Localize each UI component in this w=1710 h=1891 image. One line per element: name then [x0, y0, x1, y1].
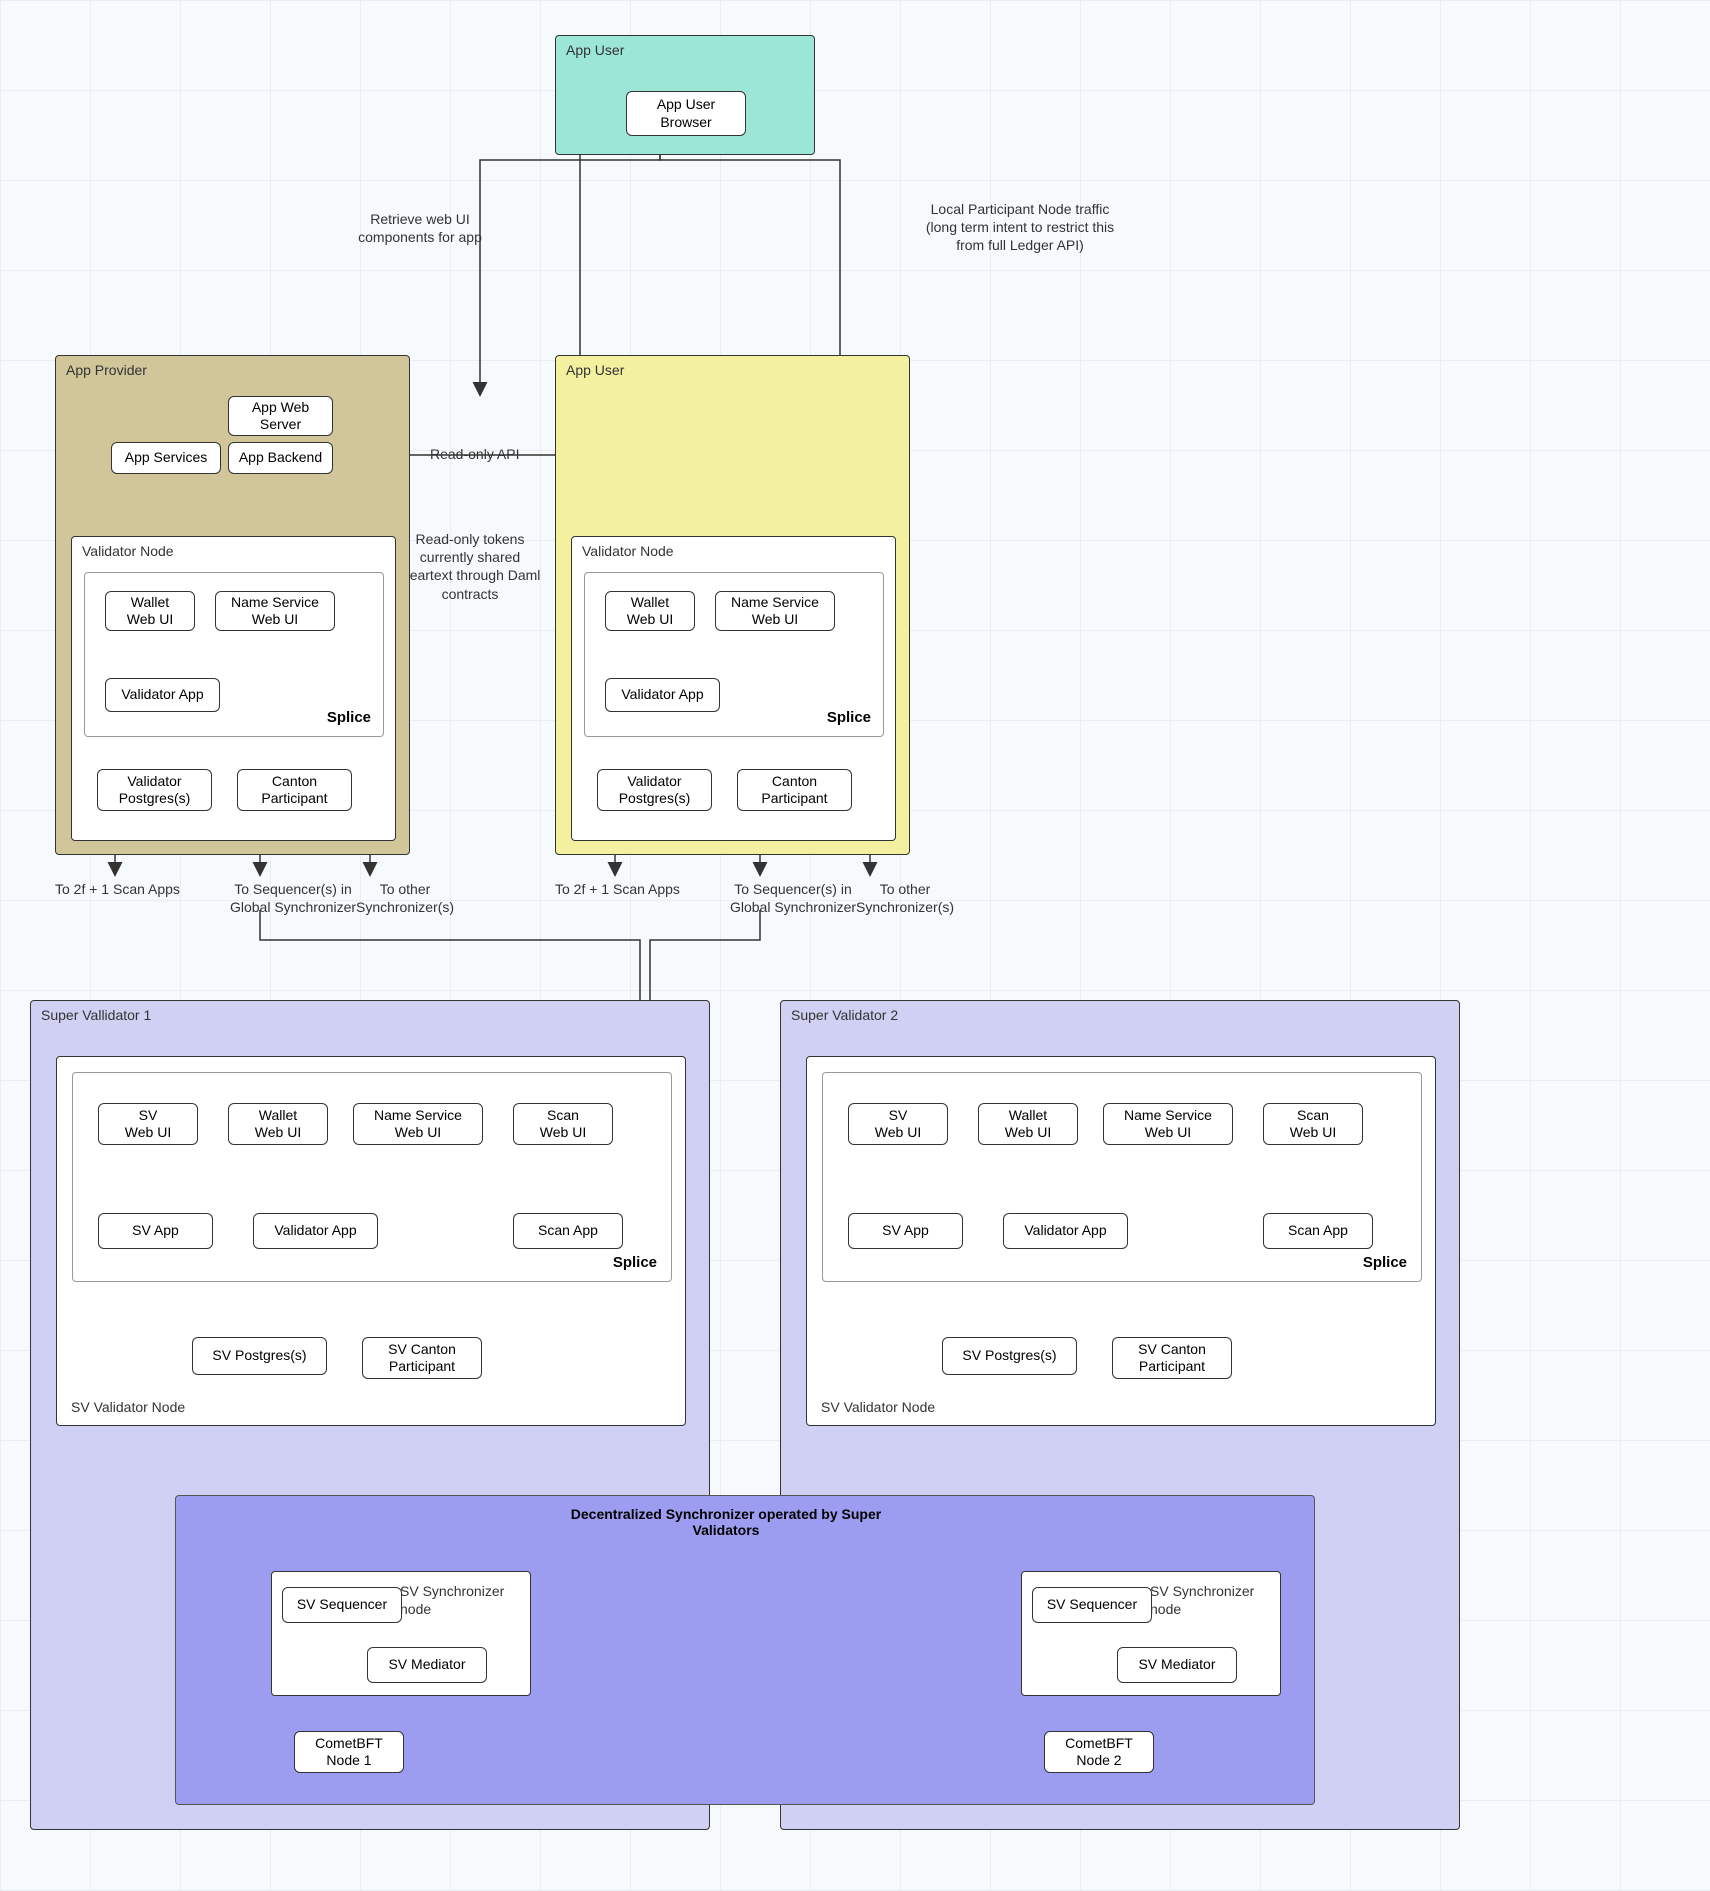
sv1-sync-node: SV Synchronizer node SV Sequencer SV Med…: [271, 1571, 531, 1696]
label-local-traffic: Local Participant Node traffic (long ter…: [880, 200, 1160, 255]
validator-app-right: Validator App: [605, 678, 720, 712]
sv1-canton: SV Canton Participant: [362, 1337, 482, 1379]
sv1-mediator: SV Mediator: [367, 1647, 487, 1683]
sv2-sync-title: SV Synchronizer node: [1150, 1582, 1270, 1618]
comet-node-1: CometBFT Node 1: [294, 1731, 404, 1773]
sv1-node-title: SV Validator Node: [71, 1399, 185, 1415]
sv1-title: Super Vallidator 1: [41, 1007, 151, 1023]
app-user-right-title: App User: [566, 362, 624, 378]
app-user-top: App User App User Browser: [555, 35, 815, 155]
label-toscan-left: To 2f + 1 Scan Apps: [55, 880, 180, 898]
sv1-validator-app: Validator App: [253, 1213, 378, 1249]
label-toother-right: To other Synchronizer(s): [845, 880, 965, 916]
sv2-wallet-ui: Wallet Web UI: [978, 1103, 1078, 1145]
validator-pg-left: Validator Postgres(s): [97, 769, 212, 811]
app-services: App Services: [111, 442, 221, 474]
comet-node-2: CometBFT Node 2: [1044, 1731, 1154, 1773]
label-retrieve: Retrieve web UI components for app: [330, 210, 510, 246]
sv1-validator-node: SV Validator Node SV Web UI Wallet Web U…: [56, 1056, 686, 1426]
sv1-scan-app: Scan App: [513, 1213, 623, 1249]
wallet-ui-left: Wallet Web UI: [105, 591, 195, 631]
sv1-sequencer: SV Sequencer: [282, 1587, 402, 1623]
sv2-postgres: SV Postgres(s): [942, 1337, 1077, 1375]
decentralized-synchronizer: Decentralized Synchronizer operated by S…: [175, 1495, 1315, 1805]
sv2-sequencer: SV Sequencer: [1032, 1587, 1152, 1623]
sv2-canton: SV Canton Participant: [1112, 1337, 1232, 1379]
sv1-nameservice-ui: Name Service Web UI: [353, 1103, 483, 1145]
sv2-scan-app: Scan App: [1263, 1213, 1373, 1249]
validator-node-left-title: Validator Node: [82, 543, 174, 559]
splice-label-left: Splice: [327, 709, 371, 726]
sv2-scan-ui: Scan Web UI: [1263, 1103, 1363, 1145]
sv2-title: Super Validator 2: [791, 1007, 898, 1023]
sv2-validator-node: SV Validator Node SV Web UI Wallet Web U…: [806, 1056, 1436, 1426]
app-web-server: App Web Server: [228, 396, 333, 436]
app-provider: App Provider App Web Server App Services…: [55, 355, 410, 855]
validator-node-left: Validator Node Wallet Web UI Name Servic…: [71, 536, 396, 841]
sv1-postgres: SV Postgres(s): [192, 1337, 327, 1375]
sv1-splice: Splice: [613, 1254, 657, 1271]
label-toother-left: To other Synchronizer(s): [345, 880, 465, 916]
sv2-splice-frame: SV Web UI Wallet Web UI Name Service Web…: [822, 1072, 1422, 1282]
canton-participant-left: Canton Participant: [237, 769, 352, 811]
sv2-validator-app: Validator App: [1003, 1213, 1128, 1249]
canton-participant-right: Canton Participant: [737, 769, 852, 811]
sv2-node-title: SV Validator Node: [821, 1399, 935, 1415]
app-user-top-title: App User: [566, 42, 624, 58]
sv1-scan-ui: Scan Web UI: [513, 1103, 613, 1145]
app-provider-title: App Provider: [66, 362, 147, 378]
sv2-nameservice-ui: Name Service Web UI: [1103, 1103, 1233, 1145]
app-user-right: App User Validator Node Wallet Web UI Na…: [555, 355, 910, 855]
validator-node-right: Validator Node Wallet Web UI Name Servic…: [571, 536, 896, 841]
splice-frame-right: Wallet Web UI Name Service Web UI Valida…: [584, 572, 884, 737]
sv1-wallet-ui: Wallet Web UI: [228, 1103, 328, 1145]
sv2-mediator: SV Mediator: [1117, 1647, 1237, 1683]
sv2-sync-node: SV Synchronizer node SV Sequencer SV Med…: [1021, 1571, 1281, 1696]
sv1-sv-app: SV App: [98, 1213, 213, 1249]
label-toscan-right: To 2f + 1 Scan Apps: [555, 880, 680, 898]
label-readonly-api: Read-only API: [430, 445, 520, 463]
wallet-ui-right: Wallet Web UI: [605, 591, 695, 631]
sv2-splice: Splice: [1363, 1254, 1407, 1271]
nameservice-ui-left: Name Service Web UI: [215, 591, 335, 631]
validator-app-left: Validator App: [105, 678, 220, 712]
nameservice-ui-right: Name Service Web UI: [715, 591, 835, 631]
sv1-splice-frame: SV Web UI Wallet Web UI Name Service Web…: [72, 1072, 672, 1282]
splice-frame-left: Wallet Web UI Name Service Web UI Valida…: [84, 572, 384, 737]
app-user-browser: App User Browser: [626, 91, 746, 136]
sv1-sv-webui: SV Web UI: [98, 1103, 198, 1145]
decentralized-title: Decentralized Synchronizer operated by S…: [516, 1506, 936, 1538]
app-backend: App Backend: [228, 442, 333, 474]
sv2-sv-app: SV App: [848, 1213, 963, 1249]
sv1-sync-title: SV Synchronizer node: [400, 1582, 520, 1618]
splice-label-right: Splice: [827, 709, 871, 726]
validator-pg-right: Validator Postgres(s): [597, 769, 712, 811]
validator-node-right-title: Validator Node: [582, 543, 674, 559]
sv2-sv-webui: SV Web UI: [848, 1103, 948, 1145]
